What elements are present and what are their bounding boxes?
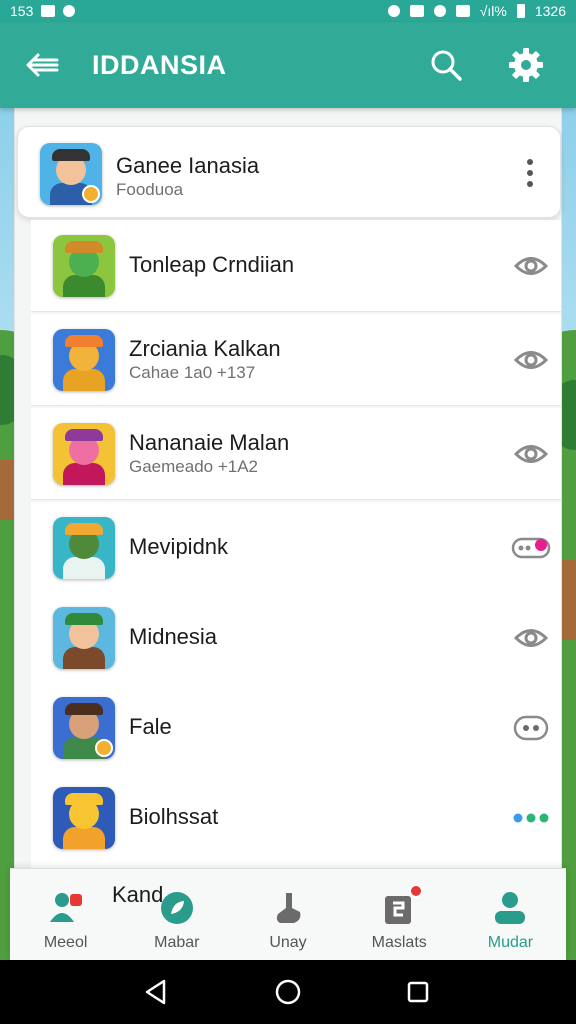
status-clock: 1326 [534, 3, 566, 19]
avatar [53, 697, 115, 759]
notification-icon-2 [63, 5, 76, 17]
hut-left [0, 460, 14, 520]
people-icon [46, 888, 86, 928]
avatar [53, 329, 115, 391]
avatar [53, 607, 115, 669]
list-item[interactable]: Fale [31, 682, 561, 774]
gear-icon [509, 48, 543, 82]
avatar [53, 517, 115, 579]
signal-text: √ıl% [479, 3, 507, 19]
nav-item-maslats[interactable]: Maslats [344, 869, 455, 960]
status-time: 153 [10, 3, 34, 19]
avatar [53, 423, 115, 485]
item-subtitle: Gaemeado +1A2 [129, 457, 259, 476]
item-title: Fale [129, 714, 172, 739]
item-title: Tonleap Crndiian [129, 252, 295, 277]
item-subtitle: Cahae 1a0 +137 [129, 363, 256, 382]
dots-icon [513, 813, 549, 823]
alarm-icon [433, 5, 446, 17]
sync-icon [387, 5, 400, 17]
hut-right [560, 560, 576, 640]
triangle-back-icon [145, 979, 166, 1005]
list-item[interactable]: Biolhssat [31, 772, 561, 864]
list-item[interactable]: Zrciania Kalkan Cahae 1a0 +137 [31, 314, 561, 406]
system-recents-button[interactable] [400, 974, 436, 1010]
view-button[interactable] [511, 340, 551, 380]
nav-label: Meeol [43, 934, 88, 951]
item-title: Mevipidnk [129, 534, 229, 559]
view-button[interactable] [511, 434, 551, 474]
item-title: Zrciania Kalkan [129, 336, 281, 361]
list-item[interactable]: Midnesia [31, 592, 561, 684]
square-recents-icon [407, 981, 429, 1003]
system-home-button[interactable] [270, 974, 306, 1010]
item-title: Midnesia [129, 624, 218, 649]
eye-icon [513, 445, 549, 463]
hand-icon [268, 888, 308, 928]
notification-icon [41, 5, 56, 17]
eye-icon [513, 257, 549, 275]
nav-item-mudar[interactable]: Mudar [455, 869, 566, 960]
bottom-navigation: Meeol Mabar Unay Maslats Mudar [10, 868, 566, 960]
nav-item-unay[interactable]: Unay [232, 869, 343, 960]
more-options-button[interactable] [510, 153, 550, 193]
more-vert-icon [527, 159, 533, 187]
avatar [53, 787, 115, 849]
wifi-icon [455, 5, 470, 17]
notes-icon [379, 884, 424, 928]
item-title: Nananaie Malan [129, 430, 290, 455]
item-title-partial: Kand [112, 882, 164, 907]
nav-label: Maslats [371, 934, 427, 951]
item-title: Ganee Ianasia [116, 153, 260, 178]
system-back-button[interactable] [138, 974, 174, 1010]
list-item[interactable]: Tonleap Crndiian [31, 220, 561, 312]
search-icon [431, 50, 462, 81]
item-subtitle: Fooduoa [116, 180, 184, 199]
toggle-icon [511, 537, 551, 559]
status-bar: 153 √ıl% 1326 [0, 0, 576, 22]
notification-badge [409, 884, 424, 898]
list-item[interactable]: Ganee Ianasia Fooduoa [17, 126, 561, 218]
arrow-left-icon [26, 53, 59, 77]
battery-icon [516, 4, 525, 18]
nav-label: Mudar [487, 934, 534, 951]
person-icon [490, 888, 530, 928]
view-button[interactable] [511, 618, 551, 658]
back-button[interactable] [20, 43, 64, 87]
circle-home-icon [275, 979, 301, 1005]
status-indicator[interactable] [511, 798, 551, 838]
view-button[interactable] [511, 246, 551, 286]
contact-list: Ganee Ianasia Fooduoa Tonleap Crndiian Z… [14, 108, 562, 960]
settings-button[interactable] [504, 43, 548, 87]
list-item[interactable]: Mevipidnk [31, 502, 561, 594]
page-title: IDDANSIA [92, 49, 227, 80]
nav-label: Mabar [154, 934, 200, 951]
app-bar: IDDANSIA [0, 22, 576, 108]
chat-bubble-icon [513, 715, 549, 741]
eye-icon [513, 629, 549, 647]
eye-icon [513, 351, 549, 369]
avatar [53, 235, 115, 297]
toggle-button[interactable] [511, 528, 551, 568]
search-button[interactable] [424, 43, 468, 87]
item-title: Biolhssat [129, 804, 219, 829]
nav-item-meeol[interactable]: Meeol [10, 869, 121, 960]
nav-label: Unay [269, 934, 307, 951]
list-item[interactable]: Nananaie Malan Gaemeado +1A2 [31, 408, 561, 500]
vibrate-icon [409, 5, 424, 17]
chat-button[interactable] [511, 708, 551, 748]
avatar [40, 143, 102, 205]
system-navigation-bar [0, 960, 576, 1024]
